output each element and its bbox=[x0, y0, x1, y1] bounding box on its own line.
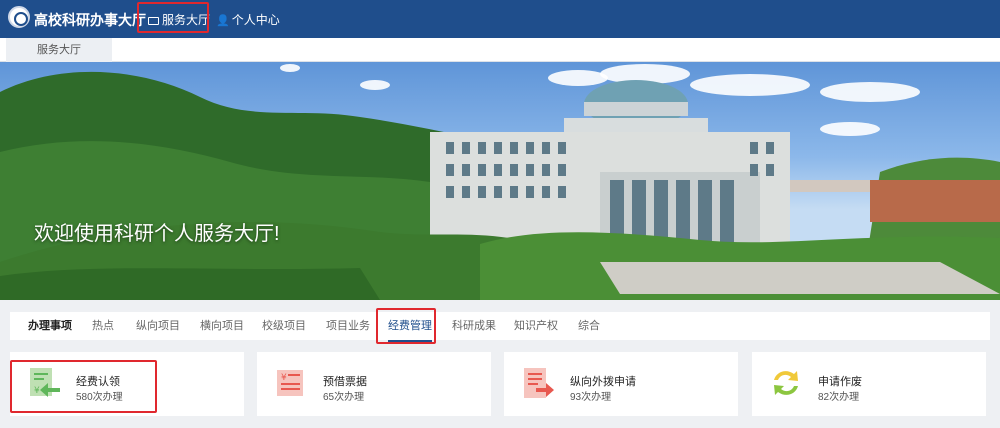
document-arrow-out-icon bbox=[524, 368, 554, 398]
tab-general[interactable]: 综合 bbox=[578, 312, 600, 340]
breadcrumb-tab-service-hall[interactable]: 服务大厅 bbox=[6, 38, 112, 62]
tab-research-results[interactable]: 科研成果 bbox=[452, 312, 496, 340]
highlight-box-tab bbox=[376, 308, 436, 344]
tab-horizontal-projects[interactable]: 横向项目 bbox=[200, 312, 244, 340]
tab-hot[interactable]: 热点 bbox=[92, 312, 114, 340]
svg-text:¥: ¥ bbox=[281, 373, 287, 383]
service-category-tabs: 办理事项 热点 纵向项目 横向项目 校级项目 项目业务 经费管理 科研成果 知识… bbox=[10, 312, 990, 342]
tab-intellectual-property[interactable]: 知识产权 bbox=[514, 312, 558, 340]
person-icon: 👤 bbox=[216, 15, 230, 27]
service-card-void-request[interactable]: 申请作废 82次办理 bbox=[752, 352, 986, 416]
app-title: 高校科研办事大厅 bbox=[34, 12, 146, 28]
card-count: 65次办理 bbox=[323, 392, 365, 403]
campus-scene bbox=[0, 71, 1000, 300]
tab-project-business[interactable]: 项目业务 bbox=[326, 312, 370, 340]
breadcrumb-bar: 服务大厅 bbox=[0, 38, 1000, 62]
card-title: 预借票据 bbox=[323, 376, 367, 388]
service-card-external-transfer[interactable]: 纵向外拨申请 93次办理 bbox=[504, 352, 738, 416]
card-count: 82次办理 bbox=[818, 392, 860, 403]
tab-school-projects[interactable]: 校级项目 bbox=[262, 312, 306, 340]
highlight-box-card bbox=[10, 360, 157, 413]
nav-personal-center-label: 个人中心 bbox=[231, 13, 280, 27]
card-count: 93次办理 bbox=[570, 392, 612, 403]
service-card-advance-receipt[interactable]: ¥ 预借票据 65次办理 bbox=[257, 352, 491, 416]
tab-vertical-projects[interactable]: 纵向项目 bbox=[136, 312, 180, 340]
refresh-arrows-icon bbox=[774, 371, 798, 395]
university-logo-icon bbox=[8, 6, 30, 28]
tab-section-title: 办理事项 bbox=[28, 320, 72, 332]
yen-document-icon: ¥ bbox=[277, 370, 303, 396]
highlight-box-nav bbox=[137, 2, 209, 33]
card-title: 申请作废 bbox=[818, 376, 862, 388]
nav-personal-center[interactable]: 👤 个人中心 bbox=[216, 11, 280, 28]
hero-banner: 欢迎使用科研个人服务大厅! bbox=[0, 62, 1000, 300]
welcome-text: 欢迎使用科研个人服务大厅! bbox=[34, 223, 280, 245]
card-title: 纵向外拨申请 bbox=[570, 376, 636, 388]
